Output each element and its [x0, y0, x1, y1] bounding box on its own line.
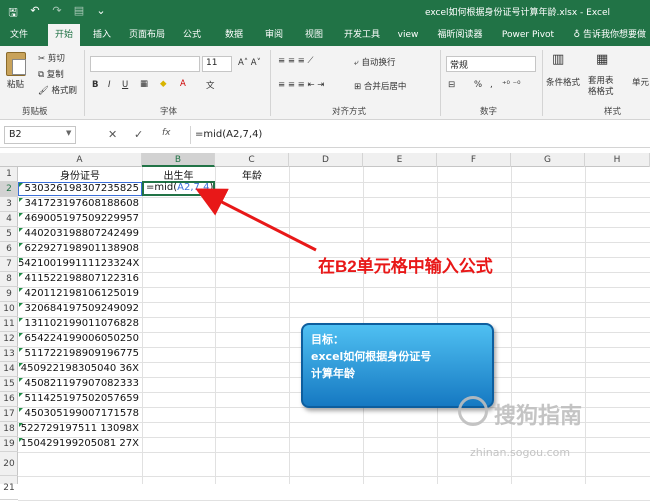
error-indicator-icon	[19, 438, 23, 442]
error-indicator-icon	[19, 318, 23, 322]
cell-id-number[interactable]: 411522198807122316	[18, 273, 142, 284]
error-indicator-icon	[19, 258, 23, 262]
watermark-text: 搜狗指南	[494, 404, 583, 429]
goal-callout: 目标： excel如何根据身份证号 计算年龄	[301, 323, 494, 408]
cell-id-number[interactable]: 469005197509229957	[18, 213, 142, 224]
annotation-text: 在B2单元格中输入公式	[318, 257, 493, 276]
cell-id-number[interactable]: 450922198305040 36X	[18, 363, 142, 374]
cell-id-number[interactable]: 320684197509249092	[18, 303, 142, 314]
cell-id-number[interactable]: 150429199205081 27X	[18, 438, 142, 449]
cell-id-number[interactable]: 440203198807242499	[18, 228, 142, 239]
error-indicator-icon	[19, 393, 23, 397]
error-indicator-icon	[19, 333, 23, 337]
error-indicator-icon	[19, 198, 23, 202]
error-indicator-icon	[19, 273, 23, 277]
cell-id-number[interactable]: 450305199007171578	[18, 408, 142, 419]
cell-id-number[interactable]: 131102199011076828	[18, 318, 142, 329]
cell-id-number[interactable]: 511425197502057659	[18, 393, 142, 404]
cell-id-number[interactable]: 522729197511 13098X	[18, 423, 142, 434]
error-indicator-icon	[19, 183, 23, 187]
error-indicator-icon	[19, 348, 23, 352]
cell-id-number[interactable]: 450821197907082333	[18, 378, 142, 389]
goal-line-1: 目标：	[311, 333, 344, 346]
error-indicator-icon	[19, 303, 23, 307]
cell-id-number[interactable]: 530326198307235825	[18, 183, 142, 194]
error-indicator-icon	[19, 243, 23, 247]
cell-id-number[interactable]: 420112198106125019	[18, 288, 142, 299]
error-indicator-icon	[19, 213, 23, 217]
cell-id-number[interactable]: 654224199006050250	[18, 333, 142, 344]
error-indicator-icon	[19, 423, 23, 427]
error-indicator-icon	[19, 228, 23, 232]
cell-id-number[interactable]: 511722198909196775	[18, 348, 142, 359]
goal-line-3: 计算年龄	[311, 367, 355, 380]
error-indicator-icon	[19, 288, 23, 292]
error-indicator-icon	[19, 363, 23, 367]
error-indicator-icon	[19, 378, 23, 382]
error-indicator-icon	[19, 408, 23, 412]
cell-id-number[interactable]: 341723197608188608	[18, 198, 142, 209]
watermark-url: zhinan.sogou.com	[470, 446, 571, 459]
cell-id-number[interactable]: 542100199111123324X	[18, 258, 142, 269]
goal-line-2: excel如何根据身份证号	[311, 350, 432, 363]
cell-id-number[interactable]: 622927198901138908	[18, 243, 142, 254]
watermark-logo-icon	[458, 396, 488, 426]
